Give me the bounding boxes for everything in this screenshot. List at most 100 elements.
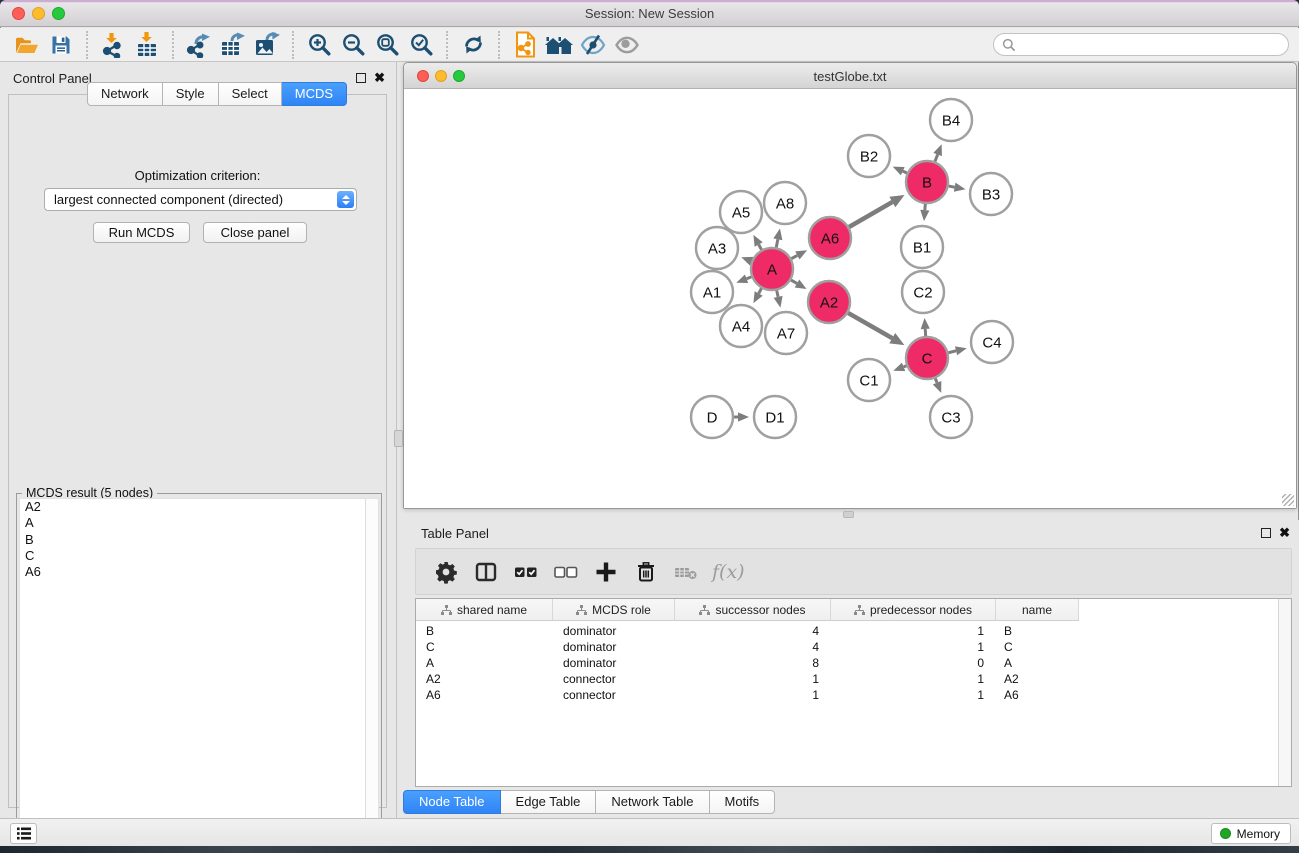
table-row[interactable]: Bdominator41B — [416, 623, 1291, 639]
deselect-all-columns-icon[interactable] — [548, 554, 584, 590]
table-row[interactable]: Cdominator41C — [416, 639, 1291, 655]
tab-edge-table[interactable]: Edge Table — [501, 790, 597, 814]
table-cell[interactable]: dominator — [553, 623, 675, 639]
tab-network-table[interactable]: Network Table — [596, 790, 709, 814]
run-mcds-button[interactable]: Run MCDS — [93, 222, 190, 243]
memory-button[interactable]: Memory — [1211, 823, 1291, 844]
network-graph[interactable]: B4B2BB3A5A8A6A3AB1A1C2A4A7A2CC4C1C3DD1 — [404, 89, 1296, 508]
open-file-icon[interactable] — [10, 30, 44, 60]
table-row[interactable]: A6connector11A6 — [416, 687, 1291, 703]
table-cell[interactable]: A6 — [416, 687, 553, 703]
table-cell[interactable]: A2 — [996, 671, 1079, 687]
criterion-dropdown[interactable]: largest connected component (directed) — [44, 188, 357, 211]
graph-edge[interactable] — [903, 171, 907, 173]
graph-edge[interactable] — [759, 288, 762, 293]
horizontal-splitter-handle[interactable] — [843, 511, 854, 518]
tab-style[interactable]: Style — [163, 82, 219, 106]
zoom-fit-icon[interactable] — [370, 30, 404, 60]
column-header-MCDS-role[interactable]: MCDS role — [553, 599, 675, 621]
zoom-out-icon[interactable] — [336, 30, 370, 60]
network-canvas[interactable]: B4B2BB3A5A8A6A3AB1A1C2A4A7A2CC4C1C3DD1 — [404, 89, 1296, 508]
export-image-icon[interactable] — [250, 30, 284, 60]
table-cell[interactable]: A — [996, 655, 1079, 671]
table-row[interactable]: A2connector11A2 — [416, 671, 1291, 687]
table-scrollbar[interactable] — [1278, 599, 1291, 786]
function-builder-fx-icon[interactable]: f(x) — [708, 561, 745, 583]
close-table-panel-icon[interactable]: ✖ — [1279, 526, 1290, 539]
graph-edge[interactable] — [948, 351, 956, 353]
task-history-button[interactable] — [10, 823, 37, 844]
zoom-in-icon[interactable] — [302, 30, 336, 60]
apply-layout-icon[interactable] — [456, 30, 490, 60]
column-header-predecessor-nodes[interactable]: predecessor nodes — [831, 599, 996, 621]
mcds-result-item[interactable]: A6 — [20, 564, 378, 580]
hide-graphics-details-icon[interactable] — [576, 30, 610, 60]
table-cell[interactable]: 4 — [675, 639, 831, 655]
mcds-result-item[interactable]: A2 — [20, 499, 378, 515]
graph-edge[interactable] — [747, 277, 752, 279]
graph-edge[interactable] — [935, 378, 937, 382]
table-cell[interactable]: 1 — [831, 671, 996, 687]
network-window-titlebar[interactable]: testGlobe.txt — [404, 63, 1296, 89]
new-network-from-selection-icon[interactable] — [508, 30, 542, 60]
table-cell[interactable]: 1 — [675, 671, 831, 687]
table-cell[interactable]: 1 — [675, 687, 831, 703]
close-panel-icon[interactable]: ✖ — [374, 71, 385, 84]
add-column-icon[interactable] — [588, 554, 624, 590]
table-cell[interactable]: A6 — [996, 687, 1079, 703]
table-cell[interactable]: 4 — [675, 623, 831, 639]
export-network-icon[interactable] — [182, 30, 216, 60]
save-session-icon[interactable] — [44, 30, 78, 60]
table-cell[interactable]: C — [416, 639, 553, 655]
table-cell[interactable]: B — [996, 623, 1079, 639]
table-cell[interactable]: B — [416, 623, 553, 639]
column-header-shared-name[interactable]: shared name — [416, 599, 553, 621]
close-panel-button[interactable]: Close panel — [203, 222, 307, 243]
tab-node-table[interactable]: Node Table — [403, 790, 501, 814]
table-cell[interactable]: dominator — [553, 639, 675, 655]
graph-edge[interactable] — [791, 280, 797, 283]
tab-network[interactable]: Network — [87, 82, 163, 106]
zoom-selected-icon[interactable] — [404, 30, 438, 60]
search-input[interactable] — [1016, 36, 1288, 54]
table-cell[interactable]: connector — [553, 687, 675, 703]
search-field[interactable] — [993, 33, 1289, 56]
table-cell[interactable]: 1 — [831, 639, 996, 655]
graph-edge[interactable] — [849, 202, 892, 227]
table-cell[interactable]: 1 — [831, 687, 996, 703]
table-row[interactable]: Adominator80A — [416, 655, 1291, 671]
table-cell[interactable]: A — [416, 655, 553, 671]
export-table-icon[interactable] — [216, 30, 250, 60]
mcds-result-item[interactable]: C — [20, 548, 378, 564]
graph-edge[interactable] — [949, 186, 955, 187]
column-header-successor-nodes[interactable]: successor nodes — [675, 599, 831, 621]
result-scrollbar[interactable] — [365, 499, 378, 827]
split-columns-icon[interactable] — [468, 554, 504, 590]
table-cell[interactable]: connector — [553, 671, 675, 687]
resize-grip-icon[interactable] — [1282, 494, 1294, 506]
mcds-result-list[interactable]: A2ABCA6 — [19, 498, 379, 828]
import-table-icon[interactable] — [130, 30, 164, 60]
float-panel-icon[interactable] — [356, 73, 366, 83]
graph-edge[interactable] — [759, 245, 762, 250]
tab-select[interactable]: Select — [219, 82, 282, 106]
delete-table-icon[interactable] — [668, 554, 704, 590]
vertical-splitter-handle[interactable] — [394, 430, 403, 447]
graph-edge[interactable] — [904, 366, 907, 367]
home-icon[interactable] — [542, 30, 576, 60]
mcds-result-item[interactable]: A — [20, 515, 378, 531]
tab-mcds[interactable]: MCDS — [282, 82, 347, 106]
select-all-columns-icon[interactable] — [508, 554, 544, 590]
mcds-result-item[interactable]: B — [20, 532, 378, 548]
table-cell[interactable]: A2 — [416, 671, 553, 687]
graph-edge[interactable] — [791, 255, 797, 258]
float-table-panel-icon[interactable] — [1261, 528, 1271, 538]
table-cell[interactable]: C — [996, 639, 1079, 655]
tab-motifs[interactable]: Motifs — [710, 790, 776, 814]
graph-edge[interactable] — [848, 313, 892, 338]
table-settings-gear-icon[interactable] — [428, 554, 464, 590]
table-cell[interactable]: 1 — [831, 623, 996, 639]
delete-columns-icon[interactable] — [628, 554, 664, 590]
table-cell[interactable]: dominator — [553, 655, 675, 671]
show-graphics-details-icon[interactable] — [610, 30, 644, 60]
